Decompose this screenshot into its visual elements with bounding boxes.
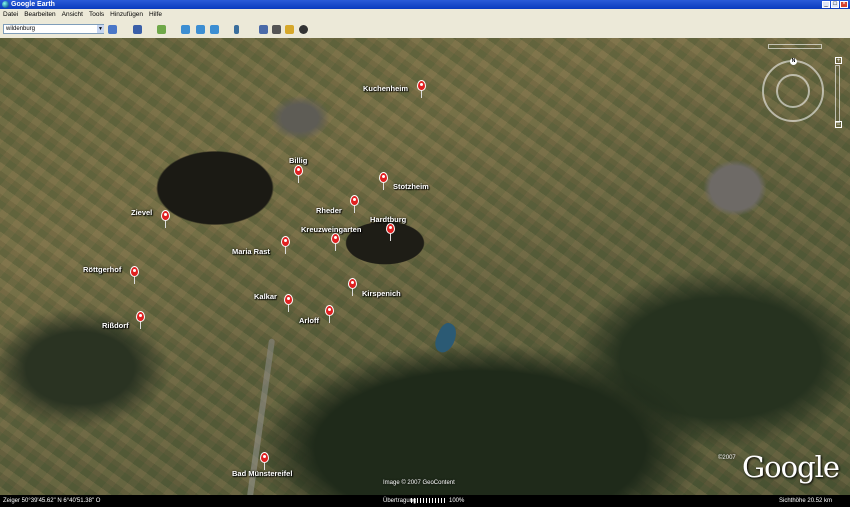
polygon-icon[interactable] [181,25,190,34]
placemark-label: Bad Münstereifel [232,469,293,478]
minimize-button[interactable]: _ [822,1,830,8]
placemark-label: Hardtburg [370,215,407,224]
ruler-icon[interactable] [234,25,239,34]
search-dropdown-icon[interactable]: ▼ [97,25,104,33]
menu-help[interactable]: Hilfe [146,9,165,21]
lake [431,320,461,356]
placemark-label: Rißdorf [102,321,129,330]
placemark-zievel[interactable] [161,210,171,232]
menu-view[interactable]: Ansicht [59,9,86,21]
menu-add[interactable]: Hinzufügen [107,9,146,21]
sky-icon[interactable] [299,25,308,34]
placemark-kreuzweingarten[interactable] [331,233,341,255]
path-icon[interactable] [196,25,205,34]
placemark-label: Maria Rast [232,247,270,256]
placemark-pin-icon [386,223,395,234]
placemark-pin-icon [379,172,388,183]
map-view-icon[interactable] [285,25,294,34]
placemark-label: Rheder [316,206,342,215]
placemark-arloff[interactable] [325,305,335,327]
placemark-rheder[interactable] [350,195,360,217]
placemark-pin-icon [260,452,269,463]
search-input[interactable]: wildenburg [3,24,104,34]
placemark-maria-rast[interactable] [281,236,291,258]
placemark-pin-icon [284,294,293,305]
placemark-label: Billig [289,156,308,165]
placemark-pin-icon [281,236,290,247]
tilt-slider[interactable] [768,44,822,49]
zoom-in-button[interactable]: + [835,57,842,64]
placemark-label: Kuchenheim [363,84,409,93]
placemark-pin-icon [130,266,139,277]
streaming-progress [411,498,446,503]
sidebar-toggle-icon[interactable] [133,25,142,34]
placemark-kirspenich[interactable] [348,278,358,300]
placemark-roettgerhof[interactable] [130,266,140,288]
menu-tools[interactable]: Tools [86,9,107,21]
placemark-hardtburg[interactable] [386,223,396,245]
look-joystick[interactable] [776,74,810,108]
placemark-pin-icon [161,210,170,221]
maximize-button[interactable]: □ [831,1,839,8]
placemark-label: Röttgerhof [83,265,122,274]
menu-bar: Datei Bearbeiten Ansicht Tools Hinzufüge… [0,9,850,21]
window-title: Google Earth [11,1,55,8]
placemark-pin-icon [417,80,426,91]
placemark-pin-icon [325,305,334,316]
image-credit: Image © 2007 GeoContent [383,480,455,486]
zoom-out-button[interactable]: − [835,121,842,128]
placemark-label: Kirspenich [362,289,401,298]
window-controls: _ □ × [822,1,848,8]
title-bar: Google Earth _ □ × [0,0,850,9]
placemark-pin-icon [331,233,340,244]
placemark-label: Zievel [131,208,153,217]
menu-edit[interactable]: Bearbeiten [21,9,58,21]
print-icon[interactable] [272,25,281,34]
streaming-percent: 100% [449,498,465,504]
placemark-pin-icon [294,165,303,176]
placemark-rissdorf[interactable] [136,311,146,333]
placemark-pin-icon [350,195,359,206]
placemark-label: Kreuzweingarten [301,225,362,234]
eye-altitude: Sichthöhe 20.52 km [779,498,833,504]
toolbar: wildenburg ▼ [0,21,850,39]
pointer-coordinates: Zeiger 50°39'45.62" N 6°40'51.38" O [3,498,101,504]
overlay-icon[interactable] [210,25,219,34]
placemark-label: Arloff [299,316,319,325]
placemark-pin-icon [348,278,357,289]
placemark-pin-icon [136,311,145,322]
placemark-kalkar[interactable] [284,294,294,316]
close-button[interactable]: × [840,1,848,8]
placemark-kuchenheim[interactable] [417,80,427,102]
zoom-slider[interactable] [835,65,840,123]
north-indicator[interactable]: N [790,58,797,65]
navigation-compass[interactable]: N [762,58,824,122]
google-logo: Google [742,450,840,484]
placemark-add-icon[interactable] [157,25,166,34]
placemark-stotzheim[interactable] [379,172,389,194]
copyright-text: ©2007 [718,455,736,461]
status-bar: Zeiger 50°39'45.62" N 6°40'51.38" O Über… [0,495,850,507]
map-view[interactable]: Kuchenheim Billig Stotzheim Zievel Rhede… [0,38,850,495]
search-go-icon[interactable] [108,25,117,34]
placemark-label: Kalkar [254,292,277,301]
placemark-billig[interactable] [294,165,304,187]
google-earth-icon [2,1,9,8]
menu-file[interactable]: Datei [0,9,21,21]
email-icon[interactable] [259,25,268,34]
placemark-label: Stotzheim [393,182,429,191]
